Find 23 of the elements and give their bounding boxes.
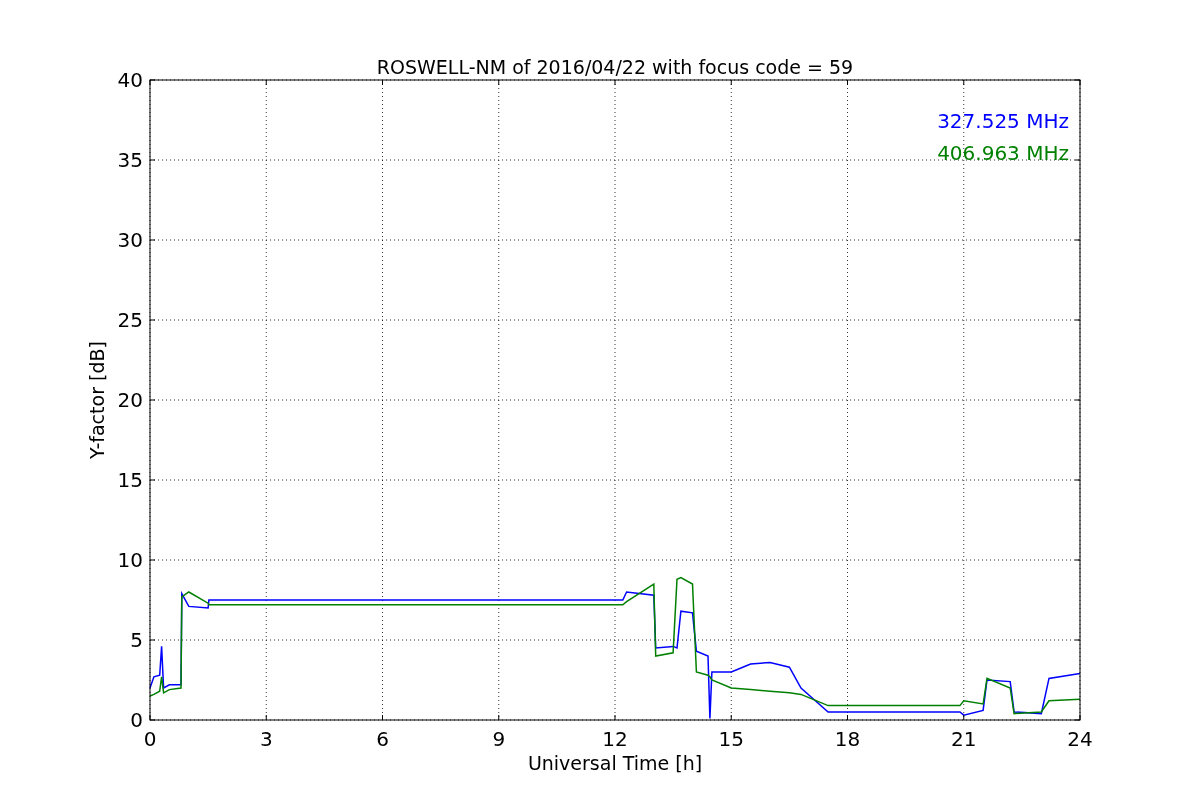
legend-label: 406.963 MHz (937, 141, 1069, 165)
y-tick-label: 10 (117, 548, 143, 572)
y-axis-label: Y-factor [dB] (86, 341, 108, 459)
x-tick-label: 21 (951, 727, 977, 751)
x-tick-label: 3 (259, 727, 273, 751)
y-tick-label: 20 (117, 388, 143, 412)
x-tick-label: 12 (602, 727, 628, 751)
legend-label: 327.525 MHz (937, 109, 1069, 133)
x-tick-label: 0 (143, 727, 157, 751)
y-tick-label: 30 (117, 228, 143, 252)
x-tick-label: 15 (718, 727, 744, 751)
x-axis-label: Universal Time [h] (527, 752, 703, 774)
y-tick-label: 15 (117, 468, 143, 492)
y-tick-label: 5 (130, 628, 143, 652)
x-tick-label: 9 (492, 727, 506, 751)
x-tick-label: 24 (1067, 727, 1093, 751)
y-tick-label: 35 (117, 148, 143, 172)
y-tick-label: 0 (130, 708, 143, 732)
chart-title: ROSWELL-NM of 2016/04/22 with focus code = 59 (376, 56, 854, 78)
y-tick-label: 25 (117, 308, 143, 332)
y-tick-label: 40 (117, 68, 143, 92)
x-tick-label: 6 (376, 727, 389, 751)
x-tick-label: 18 (834, 727, 861, 751)
